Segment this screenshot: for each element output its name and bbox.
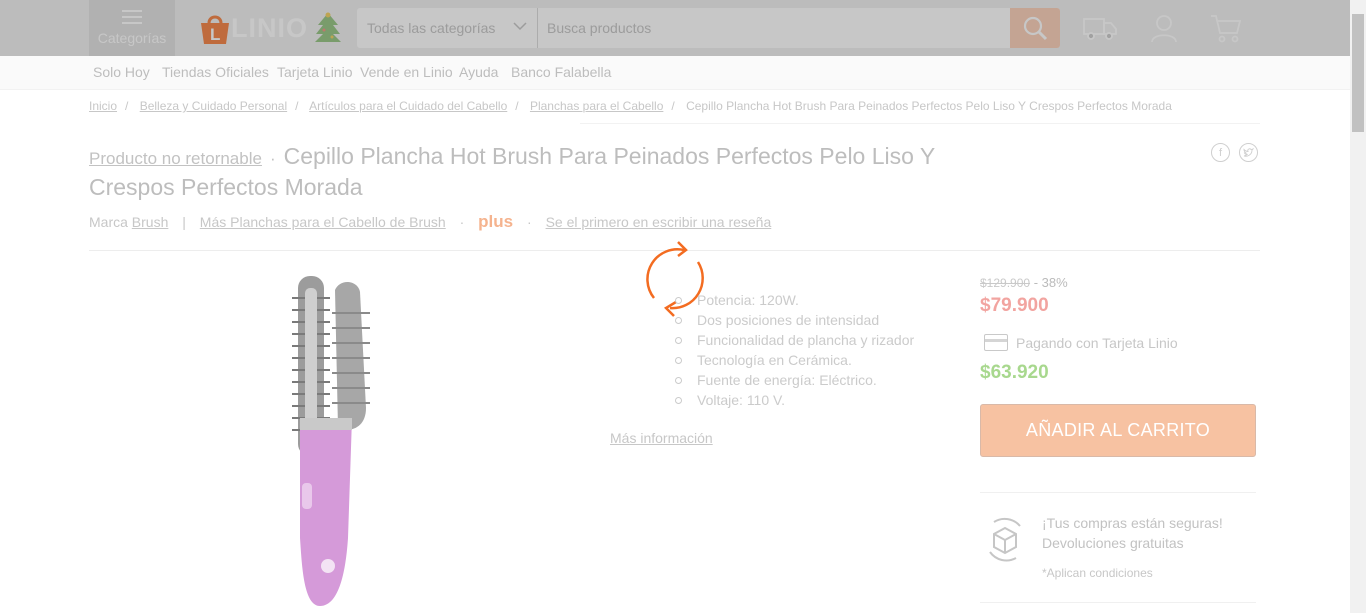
non-returnable-link[interactable]: Producto no retornable — [89, 149, 262, 168]
breadcrumb-link[interactable]: Inicio — [89, 99, 117, 113]
safe-purchase-title: ¡Tus compras están seguras! — [1042, 515, 1223, 531]
spec-item: Potencia: 120W. — [675, 290, 914, 310]
product-image[interactable] — [280, 268, 390, 608]
product-meta: Marca Brush | Más Planchas para el Cabel… — [89, 212, 772, 231]
breadcrumb-link[interactable]: Artículos para el Cuidado del Cabello — [309, 99, 507, 113]
shopping-cart-icon[interactable] — [1209, 12, 1243, 44]
free-returns-text: Devoluciones gratuitas — [1042, 535, 1184, 551]
more-from-brand-link[interactable]: Más Planchas para el Cabello de Brush — [200, 214, 446, 230]
add-to-cart-button[interactable]: AÑADIR AL CARRITO — [980, 404, 1256, 457]
more-info-link[interactable]: Más información — [610, 430, 713, 446]
categories-button[interactable]: Categorías — [89, 0, 175, 56]
category-select[interactable]: Todas las categorías — [357, 8, 538, 48]
search-icon — [1023, 16, 1048, 41]
safe-purchase-box-icon — [989, 517, 1021, 562]
scrollbar-thumb[interactable] — [1352, 14, 1364, 132]
divider — [980, 602, 1256, 603]
twitter-share-icon[interactable] — [1239, 143, 1258, 162]
divider — [580, 123, 1260, 124]
card-payment-label: Pagando con Tarjeta Linio — [1016, 334, 1178, 351]
categories-label: Categorías — [97, 30, 167, 46]
breadcrumb: Inicio / Belleza y Cuidado Personal / Artí… — [89, 99, 1172, 113]
breadcrumb-link[interactable]: Belleza y Cuidado Personal — [140, 99, 287, 113]
svg-text:L: L — [210, 25, 220, 44]
old-price: $129.900 — [980, 276, 1031, 290]
search-bar: Todas las categorías — [357, 8, 1060, 48]
user-account-icon[interactable] — [1147, 12, 1181, 44]
linio-logo[interactable]: L LINIO — [197, 8, 342, 48]
plus-badge: plus — [478, 212, 514, 231]
write-review-link[interactable]: Se el primero en escribir una reseña — [546, 214, 772, 230]
brand-link[interactable]: Brush — [132, 214, 169, 230]
nav-ayuda[interactable]: Ayuda — [459, 64, 498, 80]
nav-banco-falabella[interactable]: Banco Falabella — [511, 64, 611, 80]
search-input[interactable] — [538, 8, 1010, 48]
breadcrumb-current: Cepillo Plancha Hot Brush Para Peinados … — [686, 99, 1172, 113]
shopping-bag-logo-icon: L — [201, 15, 229, 44]
spec-item: Dos posiciones de intensidad — [675, 310, 914, 330]
secondary-nav: Solo Hoy Tiendas Oficiales Tarjeta Linio… — [0, 56, 1350, 90]
nav-solo-hoy[interactable]: Solo Hoy — [93, 64, 150, 80]
nav-tiendas-oficiales[interactable]: Tiendas Oficiales — [162, 64, 269, 80]
logo-text: LINIO — [231, 12, 308, 43]
nav-vende-en-linio[interactable]: Vende en Linio — [360, 64, 453, 80]
credit-card-icon — [984, 334, 1008, 351]
discount-badge: - 38% — [1033, 275, 1068, 290]
spec-item: Tecnología en Cerámica. — [675, 350, 914, 370]
spec-item: Funcionalidad de plancha y rizador — [675, 330, 914, 350]
divider — [980, 492, 1256, 493]
conditions-text: *Aplican condiciones — [1042, 566, 1153, 580]
christmas-tree-icon — [315, 12, 341, 42]
hamburger-icon — [122, 10, 142, 24]
facebook-share-icon[interactable]: f — [1211, 143, 1230, 162]
current-price: $79.900 — [980, 295, 1049, 316]
page-scrollbar[interactable] — [1350, 0, 1366, 613]
old-price-row: $129.900 - 38% — [980, 275, 1068, 290]
search-button[interactable] — [1010, 8, 1060, 48]
spec-item: Fuente de energía: Eléctrico. — [675, 370, 914, 390]
top-header: Categorías L LINIO Todas las categorías — [0, 0, 1350, 56]
nav-tarjeta-linio[interactable]: Tarjeta Linio — [277, 64, 353, 80]
product-title-block: Producto no retornable · Cepillo Plancha H… — [89, 143, 935, 200]
brand-prefix: Marca — [89, 214, 128, 230]
category-select-value: Todas las categorías — [367, 20, 496, 36]
breadcrumb-link[interactable]: Planchas para el Cabello — [530, 99, 663, 113]
card-price: $63.920 — [980, 362, 1049, 383]
chevron-down-icon — [513, 22, 527, 31]
product-specs: Potencia: 120W. Dos posiciones de intens… — [675, 290, 914, 410]
spec-item: Voltaje: 110 V. — [675, 390, 914, 410]
card-payment-row: Pagando con Tarjeta Linio — [984, 334, 1178, 351]
delivery-truck-icon[interactable] — [1083, 12, 1117, 44]
